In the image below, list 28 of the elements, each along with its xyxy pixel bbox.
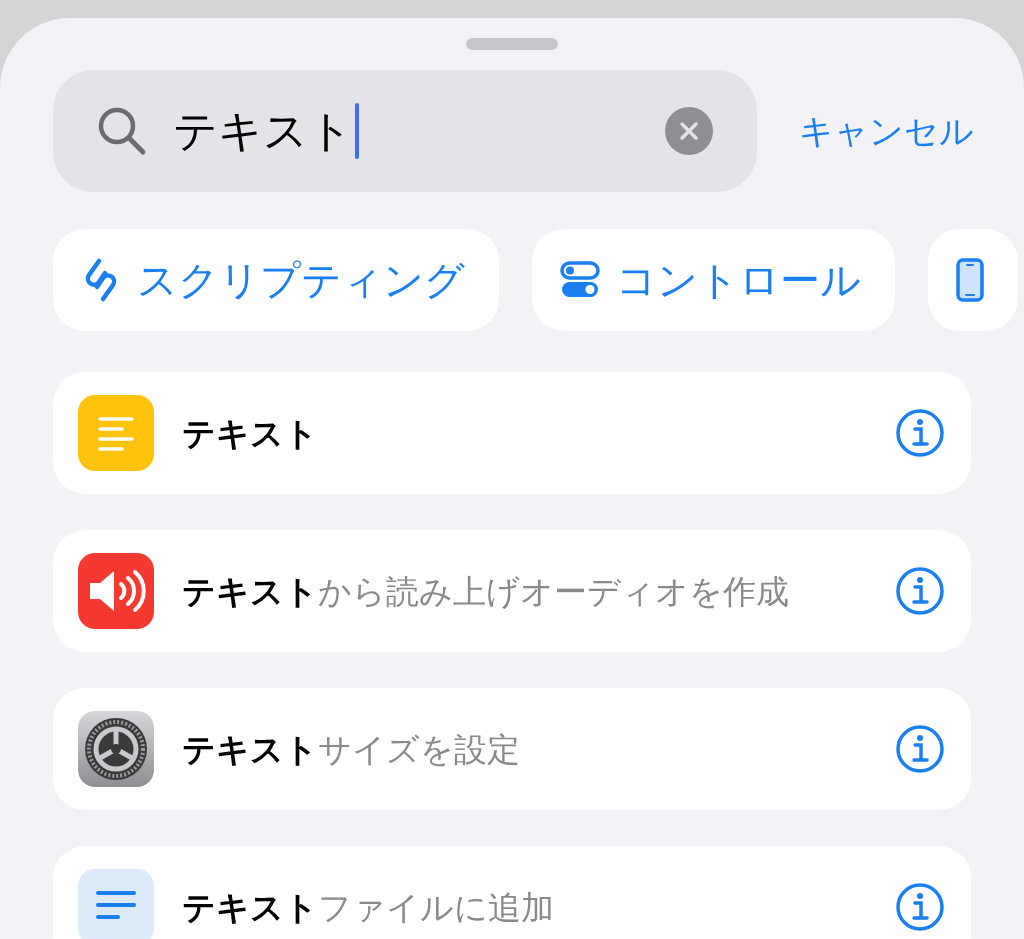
category-chip[interactable]: コントロール bbox=[532, 229, 895, 331]
action-title: テキストサイズを設定 bbox=[182, 732, 520, 766]
info-icon[interactable] bbox=[895, 566, 945, 616]
category-chip[interactable] bbox=[928, 229, 1018, 331]
toggles-icon bbox=[560, 260, 600, 300]
category-chip[interactable]: スクリプティング bbox=[53, 229, 499, 331]
action-row[interactable]: テキスト bbox=[53, 372, 971, 494]
info-icon[interactable] bbox=[895, 724, 945, 774]
list-app-icon bbox=[78, 869, 154, 939]
search-field[interactable]: テキスト bbox=[53, 70, 757, 192]
action-title: テキスト bbox=[182, 416, 318, 450]
search-text: テキスト bbox=[173, 109, 353, 153]
text-app-icon bbox=[78, 395, 154, 471]
action-title: テキストから読み上げオーディオを作成 bbox=[182, 574, 789, 608]
info-icon[interactable] bbox=[895, 882, 945, 932]
action-title: テキストファイルに追加 bbox=[182, 890, 554, 924]
action-row[interactable]: テキストファイルに追加 bbox=[53, 846, 971, 939]
text-cursor bbox=[355, 103, 359, 159]
action-row[interactable]: テキストサイズを設定 bbox=[53, 688, 971, 810]
gear-app-icon bbox=[78, 711, 154, 787]
action-row[interactable]: テキストから読み上げオーディオを作成 bbox=[53, 530, 971, 652]
close-icon bbox=[679, 121, 699, 141]
cancel-button[interactable]: キャンセル bbox=[799, 105, 974, 157]
phone-icon bbox=[956, 258, 984, 302]
speaker-app-icon bbox=[78, 553, 154, 629]
clear-button[interactable] bbox=[665, 107, 713, 155]
search-icon bbox=[97, 106, 147, 156]
info-icon[interactable] bbox=[895, 408, 945, 458]
